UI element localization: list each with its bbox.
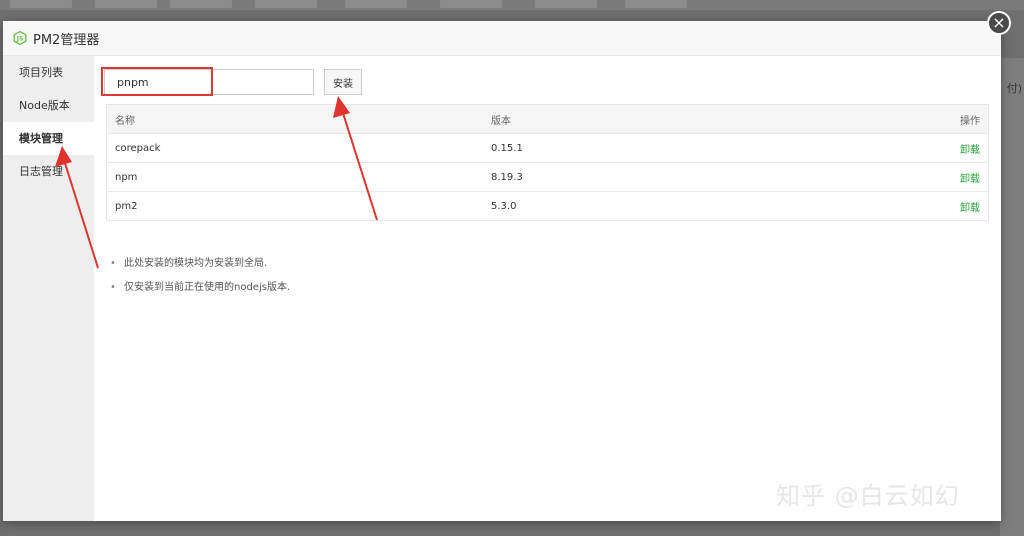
background-button xyxy=(170,0,232,8)
dialog-header: JS PM2管理器 xyxy=(3,21,1001,56)
svg-text:JS: JS xyxy=(16,36,24,43)
table-row: corepack 0.15.1 卸载 xyxy=(106,133,989,163)
background-button xyxy=(625,0,687,8)
watermark: 知乎 @白云如幻 xyxy=(776,482,960,510)
module-table: 名称 版本 操作 corepack 0.15.1 卸载 npm 8.19.3 卸… xyxy=(106,104,989,221)
column-header-name: 名称 xyxy=(106,104,483,134)
column-header-ops: 操作 xyxy=(769,104,989,134)
table-row: pm2 5.3.0 卸载 xyxy=(106,191,989,221)
sidebar: 项目列表 Node版本 模块管理 日志管理 xyxy=(3,56,94,521)
column-header-version: 版本 xyxy=(483,104,770,134)
background-button xyxy=(535,0,597,8)
table-header-row: 名称 版本 操作 xyxy=(106,104,989,134)
background-button xyxy=(10,0,72,8)
tip-item: 此处安装的模块均为安装到全局. xyxy=(110,252,290,276)
uninstall-link[interactable]: 卸载 xyxy=(960,174,980,185)
sidebar-item-module-management[interactable]: 模块管理 xyxy=(3,122,94,155)
module-name: corepack xyxy=(106,133,483,163)
uninstall-link[interactable]: 卸载 xyxy=(960,203,980,214)
background-button xyxy=(440,0,502,8)
sidebar-item-project-list[interactable]: 项目列表 xyxy=(3,56,94,89)
uninstall-link[interactable]: 卸载 xyxy=(960,145,980,156)
module-version: 0.15.1 xyxy=(483,133,770,163)
module-name: npm xyxy=(106,162,483,192)
sidebar-item-log-management[interactable]: 日志管理 xyxy=(3,155,94,188)
tips-list: 此处安装的模块均为安装到全局. 仅安装到当前正在使用的nodejs版本. xyxy=(110,252,290,300)
tip-item: 仅安装到当前正在使用的nodejs版本. xyxy=(110,276,290,300)
pm2-manager-dialog: JS PM2管理器 项目列表 Node版本 模块管理 日志管理 安装 名称 版本… xyxy=(3,21,1001,521)
close-icon[interactable]: × xyxy=(987,11,1011,35)
module-version: 5.3.0 xyxy=(483,191,770,221)
sidebar-item-node-version[interactable]: Node版本 xyxy=(3,89,94,122)
install-button[interactable]: 安装 xyxy=(324,69,362,95)
background-button xyxy=(95,0,157,8)
table-row: npm 8.19.3 卸载 xyxy=(106,162,989,192)
nodejs-icon: JS xyxy=(13,30,27,46)
background-button xyxy=(255,0,317,8)
background-toolbar xyxy=(0,0,1024,10)
module-name: pm2 xyxy=(106,191,483,221)
module-name-input[interactable] xyxy=(104,69,314,95)
background-text: 付) xyxy=(1006,82,1022,95)
module-version: 8.19.3 xyxy=(483,162,770,192)
background-button xyxy=(345,0,407,8)
background-panel xyxy=(1000,58,1024,536)
dialog-title: PM2管理器 xyxy=(33,32,100,48)
module-management-panel: 安装 名称 版本 操作 corepack 0.15.1 卸载 npm 8.19.… xyxy=(94,56,1001,521)
